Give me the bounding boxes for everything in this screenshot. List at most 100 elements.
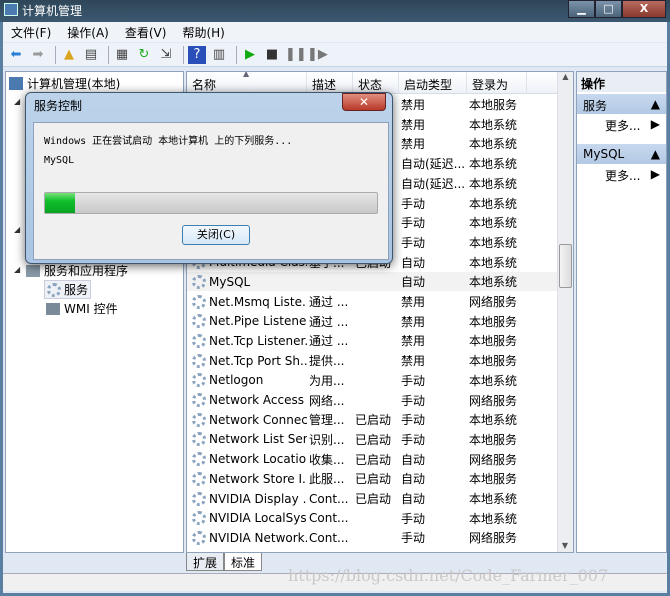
show-action-pane-icon[interactable]: ▥ xyxy=(210,46,228,64)
actions-more-mysql[interactable]: 更多... ▶ xyxy=(577,164,666,184)
service-logon: 网络服务 xyxy=(469,393,518,408)
collapse-icon[interactable]: ▲ xyxy=(651,147,660,161)
service-logon: 本地系统 xyxy=(469,275,518,290)
service-name: Net.Msmq Liste... xyxy=(187,294,307,309)
service-name: Network Access ... xyxy=(187,393,307,407)
table-row[interactable]: Net.Msmq Liste... 通过 ... 禁用 网络服务 xyxy=(187,292,559,311)
tab-extended[interactable]: 扩展 xyxy=(186,553,225,571)
table-row[interactable]: NVIDIA Network... Cont... 手动 网络服务 xyxy=(187,528,559,547)
scroll-down-icon[interactable]: ▼ xyxy=(558,541,572,550)
expand-arrow-icon[interactable]: ◢ xyxy=(14,97,20,106)
dialog-close-button[interactable]: ✕ xyxy=(342,93,386,111)
service-description: Cont... xyxy=(309,530,349,545)
service-name: Net.Pipe Listene... xyxy=(187,314,307,329)
scroll-thumb[interactable] xyxy=(559,244,572,288)
maximize-button[interactable]: □ xyxy=(595,0,622,18)
gear-icon xyxy=(192,373,206,388)
export-list-icon[interactable]: ⇲ xyxy=(157,46,175,64)
service-startup-type: 禁用 xyxy=(401,314,426,329)
service-logon: 网络服务 xyxy=(469,452,518,467)
service-logon: 本地服务 xyxy=(469,354,518,369)
sort-ascending-icon: ▲ xyxy=(243,71,250,78)
menu-file[interactable]: 文件(F) xyxy=(11,24,51,41)
gear-icon xyxy=(192,274,206,289)
table-row[interactable]: Net.Pipe Listene... 通过 ... 禁用 本地服务 xyxy=(187,312,559,331)
start-service-icon[interactable]: ▶ xyxy=(241,46,259,64)
service-status: 已启动 xyxy=(355,452,392,467)
gear-icon xyxy=(47,282,61,297)
table-row[interactable]: Network Locatio... 收集... 已启动 自动 网络服务 xyxy=(187,450,559,469)
separator xyxy=(108,45,109,64)
service-startup-type: 禁用 xyxy=(401,334,426,349)
collapse-icon[interactable]: ▲ xyxy=(651,97,660,111)
gear-icon xyxy=(192,412,206,427)
service-status: 已启动 xyxy=(355,413,392,428)
table-row[interactable]: Netlogon 为用... 手动 本地系统 xyxy=(187,371,559,390)
minimize-button[interactable]: ▁ xyxy=(568,0,595,18)
scroll-up-icon[interactable]: ▲ xyxy=(558,72,573,81)
tree-root[interactable]: 计算机管理(本地) xyxy=(9,75,120,92)
service-startup-type: 禁用 xyxy=(401,354,426,369)
tree-wmi[interactable]: WMI 控件 xyxy=(46,300,118,317)
help-icon[interactable]: ? xyxy=(188,45,206,64)
up-folder-icon[interactable]: ▲ xyxy=(60,46,78,64)
forward-icon[interactable]: ➡ xyxy=(29,46,47,64)
tree-services-label: 服务 xyxy=(64,283,89,297)
table-row[interactable]: Network Connec...管理... 已启动手动 本地系统 xyxy=(187,410,559,429)
table-row[interactable]: NVIDIA LocalSys...Cont... 手动 本地系统 xyxy=(187,509,559,528)
table-row[interactable]: MySQL 自动 本地系统 xyxy=(187,272,559,292)
separator xyxy=(236,45,237,64)
expand-arrow-icon[interactable]: ◢ xyxy=(14,265,20,274)
gear-icon xyxy=(192,294,206,309)
vertical-scrollbar[interactable]: ▲ ▼ xyxy=(557,72,573,552)
table-row[interactable]: Net.Tcp Listener... 通过 ... 禁用 本地服务 xyxy=(187,331,559,350)
service-startup-type: 手动 xyxy=(401,432,426,447)
column-logon-as[interactable]: 登录为 xyxy=(467,72,527,94)
menu-help[interactable]: 帮助(H) xyxy=(182,24,224,41)
column-name[interactable]: 名称 ▲ xyxy=(187,72,307,94)
properties-icon[interactable]: ▦ xyxy=(113,46,131,64)
gear-icon xyxy=(192,471,206,486)
computer-icon xyxy=(9,77,23,90)
service-name: Netlogon xyxy=(187,373,307,388)
table-row[interactable]: Network List Ser...识别... 已启动手动 本地服务 xyxy=(187,430,559,449)
restart-service-icon[interactable]: ❚▶ xyxy=(307,46,328,64)
computer-management-icon xyxy=(4,3,18,16)
column-status[interactable]: 状态 xyxy=(353,72,399,94)
service-description: 网络... xyxy=(309,393,345,408)
service-status: 已启动 xyxy=(355,432,392,447)
service-logon: 本地服务 xyxy=(469,98,518,112)
dialog-message: Windows 正在尝试启动 本地计算机 上的下列服务... xyxy=(44,136,293,147)
column-startup-type[interactable]: 启动类型 xyxy=(399,72,467,94)
pause-service-icon[interactable]: ❚❚ xyxy=(285,46,307,64)
service-status: 已启动 xyxy=(355,472,392,487)
column-description[interactable]: 描述 xyxy=(307,72,353,94)
gear-icon xyxy=(192,432,206,447)
tab-standard[interactable]: 标准 xyxy=(224,553,263,571)
actions-section-services[interactable]: 服务 ▲ xyxy=(577,94,666,114)
service-startup-type: 手动 xyxy=(401,393,426,408)
menu-view[interactable]: 查看(V) xyxy=(125,24,167,41)
table-row[interactable]: Net.Tcp Port Sh... 提供... 禁用 本地服务 xyxy=(187,351,559,370)
stop-service-icon[interactable]: ■ xyxy=(263,46,281,64)
show-hide-tree-icon[interactable]: ▤ xyxy=(82,46,100,64)
table-row[interactable]: Network Access ...网络... 手动 网络服务 xyxy=(187,391,559,410)
dialog-title: 服务控制 xyxy=(34,99,83,113)
tree-services-apps[interactable]: 服务和应用程序 xyxy=(26,262,128,279)
table-row[interactable]: NVIDIA Display ... Cont... 已启动 自动 本地系统 xyxy=(187,489,559,508)
tree-services[interactable]: 服务 xyxy=(44,280,92,299)
close-window-button[interactable]: X xyxy=(622,0,666,18)
back-icon[interactable]: ⬅ xyxy=(7,46,25,64)
expand-arrow-icon[interactable]: ◢ xyxy=(14,225,20,234)
actions-more-services[interactable]: 更多... ▶ xyxy=(577,114,666,134)
table-row[interactable]: Network Store I... 此服... 已启动 自动 本地服务 xyxy=(187,469,559,488)
service-name: Net.Tcp Port Sh... xyxy=(187,353,307,368)
submenu-arrow-icon: ▶ xyxy=(650,167,660,181)
refresh-icon[interactable]: ↻ xyxy=(135,46,153,64)
menu-action[interactable]: 操作(A) xyxy=(67,24,109,41)
service-logon: 本地系统 xyxy=(469,413,518,428)
gear-icon xyxy=(192,530,206,545)
actions-section-mysql[interactable]: MySQL ▲ xyxy=(577,144,666,164)
service-logon: 本地系统 xyxy=(469,196,518,211)
close-button[interactable]: 关闭(C) xyxy=(182,225,250,245)
